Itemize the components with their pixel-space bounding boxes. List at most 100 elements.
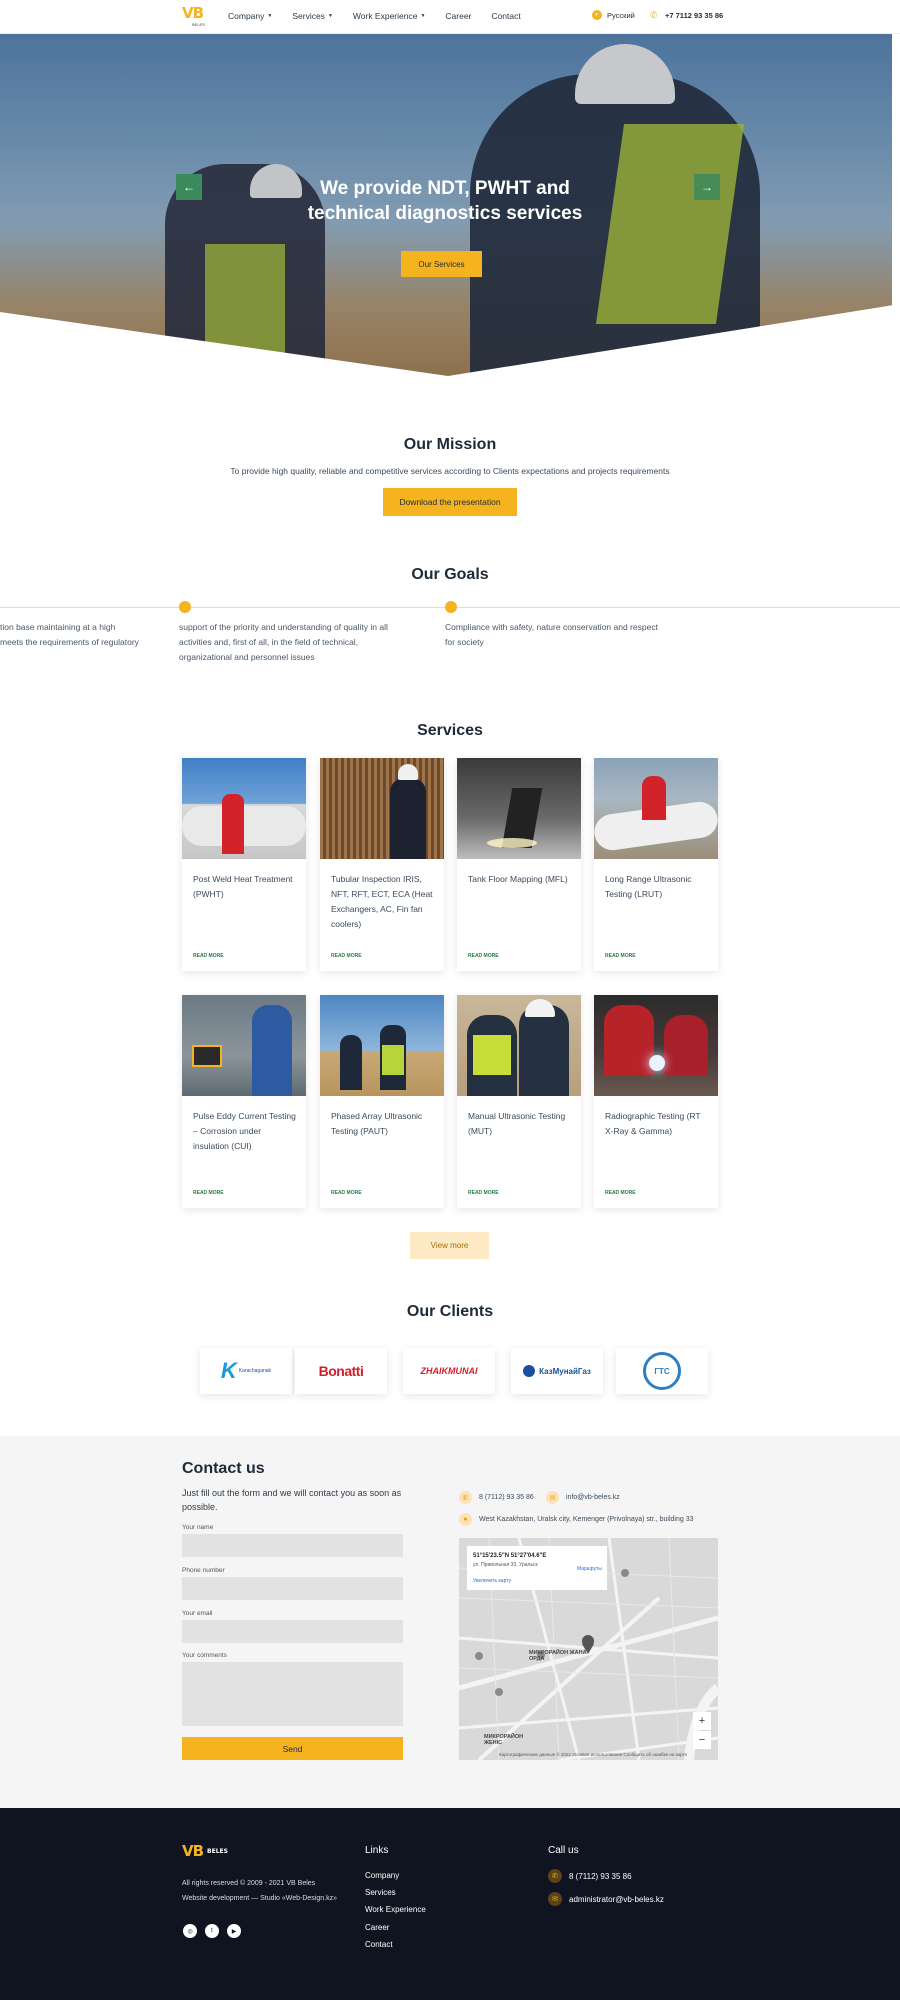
- service-title: Tank Floor Mapping (MFL): [468, 874, 568, 884]
- contact-email[interactable]: ✉ info@vb-beles.kz: [546, 1491, 620, 1504]
- name-input[interactable]: [182, 1534, 403, 1557]
- service-image: [320, 995, 444, 1096]
- footer-link-services[interactable]: Services: [365, 1888, 396, 1897]
- nav-career[interactable]: Career: [445, 11, 471, 21]
- read-more-link[interactable]: READ MORE: [605, 953, 636, 959]
- clients-title: Our Clients: [406, 1303, 494, 1320]
- service-title: Phased Array Ultrasonic Testing (PAUT): [331, 1111, 423, 1136]
- service-card-paut[interactable]: Phased Array Ultrasonic Testing (PAUT) R…: [320, 995, 444, 1208]
- mission-title: Our Mission: [403, 436, 497, 453]
- read-more-link[interactable]: READ MORE: [605, 1190, 636, 1196]
- footer-links-title: Links: [365, 1845, 389, 1856]
- read-more-link[interactable]: READ MORE: [331, 1190, 362, 1196]
- mail-icon: ✉: [548, 1892, 562, 1906]
- service-image: [320, 758, 444, 859]
- service-image: [457, 995, 581, 1096]
- read-more-link[interactable]: READ MORE: [193, 1190, 224, 1196]
- goal-item: support of the priority and understandin…: [179, 622, 388, 662]
- nav-services[interactable]: Services ▼: [292, 11, 333, 21]
- service-title: Pulse Eddy Current Testing – Corrosion u…: [193, 1111, 296, 1151]
- map-info-card: 51°15'23.5"N 51°27'04.6"E ул. Привольная…: [467, 1546, 607, 1590]
- slider-next-button[interactable]: →: [694, 174, 720, 200]
- map-attribution: Картографические данные © 2022 Условия и…: [499, 1752, 688, 1757]
- goal-item: Compliance with safety, nature conservat…: [445, 622, 658, 647]
- client-logo-kazmunaigaz: КазМунайГаз: [511, 1348, 603, 1394]
- footer-link-contact[interactable]: Contact: [365, 1940, 393, 1949]
- service-title: Manual Ultrasonic Testing (MUT): [468, 1111, 566, 1136]
- footer-phone[interactable]: ✆ 8 (7112) 93 35 86: [548, 1869, 632, 1883]
- our-services-button[interactable]: Our Services: [401, 251, 482, 277]
- nav-work-experience[interactable]: Work Experience ▼: [353, 11, 426, 21]
- service-title: Post Weld Heat Treatment (PWHT): [193, 874, 293, 899]
- phone-icon: ✆: [650, 10, 658, 20]
- nav-company[interactable]: Company ▼: [228, 11, 272, 21]
- zoom-in-button[interactable]: +: [693, 1712, 711, 1730]
- phone-input[interactable]: [182, 1577, 403, 1600]
- chevron-down-icon: ▼: [267, 13, 273, 19]
- contact-phone[interactable]: ✆ 8 (7112) 93 35 86: [459, 1491, 534, 1504]
- download-presentation-button[interactable]: Download the presentation: [383, 488, 517, 516]
- email-input[interactable]: [182, 1620, 403, 1643]
- directions-link[interactable]: Маршруты: [577, 1566, 602, 1572]
- mail-icon: ✉: [546, 1491, 559, 1504]
- footer-link-career[interactable]: Career: [365, 1923, 389, 1932]
- location-map[interactable]: 51°15'23.5"N 51°27'04.6"E ул. Привольная…: [459, 1538, 718, 1760]
- enlarge-map-link[interactable]: Увеличить карту: [473, 1578, 511, 1584]
- map-district-label: МИКРОРАЙОН ЖАНА ОРДА: [529, 1650, 587, 1662]
- chevron-down-icon: ▼: [327, 13, 333, 19]
- logo-mark: VB: [182, 4, 204, 22]
- service-card-tank-floor[interactable]: Tank Floor Mapping (MFL) READ MORE: [457, 758, 581, 971]
- comments-textarea[interactable]: [182, 1662, 403, 1726]
- contact-address: ● West Kazakhstan, Uralsk city, Kemenger…: [459, 1513, 694, 1526]
- client-logo-zhaikmunai: ZHAIKMUNAI: [403, 1348, 495, 1394]
- read-more-link[interactable]: READ MORE: [331, 953, 362, 959]
- location-pin-icon: ●: [459, 1513, 472, 1526]
- footer-email[interactable]: ✉ administrator@vb-beles.kz: [548, 1892, 664, 1906]
- site-logo[interactable]: VB BELES: [182, 4, 210, 28]
- logo-subtitle: BELES: [192, 22, 205, 27]
- developer-credit[interactable]: Website development — Studio «Web-Design…: [182, 1895, 337, 1902]
- services-title: Services: [417, 722, 483, 739]
- service-image: [182, 758, 306, 859]
- hero-title: We provide NDT, PWHT and technical diagn…: [307, 178, 583, 224]
- header-phone-number: +7 7112 93 35 86: [665, 10, 724, 20]
- send-button[interactable]: Send: [182, 1737, 403, 1760]
- read-more-link[interactable]: READ MORE: [193, 953, 224, 959]
- footer-link-company[interactable]: Company: [365, 1871, 399, 1880]
- language-switcher[interactable]: ◐ Русский: [592, 10, 635, 20]
- service-card-pulse-eddy[interactable]: Pulse Eddy Current Testing – Corrosion u…: [182, 995, 306, 1208]
- contact-title: Contact us: [182, 1460, 265, 1477]
- phone-label: Phone number: [182, 1567, 225, 1574]
- service-title: Long Range Ultrasonic Testing (LRUT): [605, 874, 692, 899]
- service-card-mut[interactable]: Manual Ultrasonic Testing (MUT) READ MOR…: [457, 995, 581, 1208]
- view-more-button[interactable]: View more: [410, 1232, 489, 1259]
- globe-icon: ◐: [592, 10, 602, 20]
- instagram-icon[interactable]: ◎: [183, 1924, 197, 1938]
- contact-section: [0, 1436, 900, 1808]
- twitter-icon[interactable]: t: [205, 1924, 219, 1938]
- footer-call-title: Call us: [548, 1845, 579, 1856]
- chevron-down-icon: ▼: [420, 13, 426, 19]
- service-card-lrut[interactable]: Long Range Ultrasonic Testing (LRUT) REA…: [594, 758, 718, 971]
- goal-dot: [445, 601, 457, 613]
- email-label: Your email: [182, 1610, 213, 1617]
- zoom-out-button[interactable]: −: [693, 1731, 711, 1749]
- arrow-left-icon: ←: [183, 180, 195, 194]
- service-card-pwht[interactable]: Post Weld Heat Treatment (PWHT) READ MOR…: [182, 758, 306, 971]
- service-card-radiographic[interactable]: Radiographic Testing (RT X-Ray & Gamma) …: [594, 995, 718, 1208]
- goal-item: tion base maintaining at a high meets th…: [0, 622, 139, 647]
- nav-contact[interactable]: Contact: [491, 11, 520, 21]
- slider-prev-button[interactable]: ←: [176, 174, 202, 200]
- service-image: [182, 995, 306, 1096]
- phone-icon: ✆: [459, 1491, 472, 1504]
- header-phone[interactable]: ✆ +7 7112 93 35 86: [650, 10, 723, 20]
- footer-logo[interactable]: VB BELES: [182, 1842, 228, 1860]
- read-more-link[interactable]: READ MORE: [468, 1190, 499, 1196]
- site-header: VB BELES Company ▼ Services ▼ Work Experie…: [0, 0, 900, 34]
- service-card-tubular[interactable]: Tubular Inspection IRIS, NFT, RFT, ECT, …: [320, 758, 444, 971]
- youtube-icon[interactable]: ▶: [227, 1924, 241, 1938]
- service-title: Radiographic Testing (RT X-Ray & Gamma): [605, 1111, 701, 1136]
- read-more-link[interactable]: READ MORE: [468, 953, 499, 959]
- footer-link-work-experience[interactable]: Work Experience: [365, 1905, 426, 1914]
- client-logo-bonatti: Bonatti: [295, 1348, 387, 1394]
